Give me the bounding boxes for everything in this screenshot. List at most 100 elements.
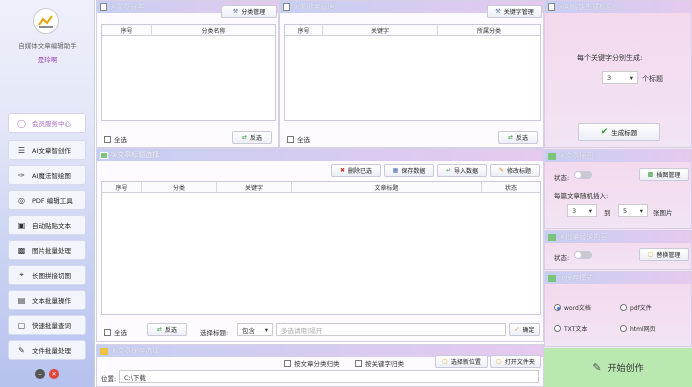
keyword-invert-button[interactable]: ⇄ 反选 bbox=[498, 131, 538, 144]
category-table[interactable]: 序号 分类名称 bbox=[101, 24, 276, 121]
nav-ai-drawing[interactable]: ✑ AI魔法智绘图 bbox=[8, 165, 86, 185]
illustration-panel: ⑤文章插图 状态: ▩ 插图管理 每篇文章随机插入: 3 ▾ 到 5 ▾ 张图片 bbox=[544, 149, 692, 229]
title-invert-button[interactable]: ⇄ 反选 bbox=[147, 323, 187, 336]
nav-label: AI文章智创作 bbox=[32, 147, 71, 155]
illustration-title: ⑤文章插图 bbox=[559, 152, 594, 160]
classify-by-category[interactable]: 按文章分类归类 bbox=[284, 358, 340, 368]
format-word[interactable]: word文档 bbox=[554, 303, 591, 312]
radio-button[interactable] bbox=[620, 304, 627, 311]
start-create-button[interactable]: ✎ 开始创作 bbox=[544, 348, 692, 387]
title-unit-label: 个标题 bbox=[642, 75, 663, 83]
nav-label: 文件批量处理 bbox=[32, 347, 71, 355]
generate-title-button[interactable]: ✔ 生成标题 bbox=[578, 123, 660, 141]
import-data-button[interactable]: ↵ 导入数据 bbox=[437, 164, 487, 177]
open-folder-button[interactable]: ▢ 打开文件夹 bbox=[490, 355, 541, 368]
chevron-down-icon: ▾ bbox=[264, 325, 268, 334]
delete-selected-button[interactable]: ✖ 删除已选 bbox=[331, 164, 381, 177]
format-html[interactable]: html网页 bbox=[620, 324, 656, 333]
nav-ai-writing[interactable]: ☰ AI文章智创作 bbox=[8, 140, 86, 160]
crop-icon: ⌖ bbox=[19, 270, 24, 279]
app-logo bbox=[33, 8, 59, 34]
nav-long-image[interactable]: ⌖ 长图拼接切图 bbox=[8, 265, 86, 285]
member-center-button[interactable]: ◯ 会员服务中心 bbox=[8, 113, 86, 133]
nav-auto-paste[interactable]: ▣ 自动贴贴文本 bbox=[8, 215, 86, 235]
keyword-manage-button[interactable]: ⚒ 关键字管理 bbox=[487, 5, 542, 18]
save-icon: ▦ bbox=[392, 167, 399, 174]
nav-label: AI魔法智绘图 bbox=[32, 172, 71, 180]
illustration-header: ⑤文章插图 bbox=[545, 150, 691, 162]
replace-panel: ⑥批量替换内容 状态: ▢ 替换管理 bbox=[544, 230, 692, 270]
minimize-icon[interactable]: – bbox=[35, 369, 45, 379]
column-header: 关键字 bbox=[217, 182, 292, 192]
nav-label: PDF 编辑工具 bbox=[32, 197, 73, 205]
modify-title-button[interactable]: ✎ 修改标题 bbox=[490, 164, 540, 177]
checkbox[interactable] bbox=[287, 135, 294, 143]
save-data-button[interactable]: ▦ 保存数据 bbox=[384, 164, 434, 177]
keyword-table[interactable]: 序号 关键字 所属分类 bbox=[284, 24, 541, 121]
per-keyword-label: 每个关键字分别生成: bbox=[577, 54, 643, 62]
radio-label: html网页 bbox=[630, 326, 656, 333]
nav-image-batch[interactable]: ▩ 图片批量处理 bbox=[8, 240, 86, 260]
nav-pdf-tools[interactable]: ◎ PDF 编辑工具 bbox=[8, 190, 86, 210]
choose-location-button[interactable]: ▢ 选择新位置 bbox=[435, 355, 488, 368]
location-label: 位置: bbox=[101, 375, 117, 383]
nav-text-batch[interactable]: ▤ 文本批量操作 bbox=[8, 290, 86, 310]
invert-icon: ⇄ bbox=[156, 326, 162, 333]
replace-manage-button[interactable]: ▢ 替换管理 bbox=[639, 248, 689, 261]
keyword-select-all[interactable]: 全选 bbox=[287, 134, 310, 144]
close-icon[interactable]: × bbox=[49, 369, 59, 379]
user-icon: ◯ bbox=[17, 118, 26, 128]
nav-label: 快速批量查词 bbox=[32, 322, 71, 330]
title-table[interactable]: 序号 分类 关键字 文章标题 状态 bbox=[101, 181, 541, 315]
truck-icon: ▢ bbox=[17, 320, 26, 330]
title-filter-label: 选择标题: bbox=[200, 329, 229, 337]
illustration-manage-button[interactable]: ▩ 插图管理 bbox=[639, 168, 689, 181]
title-select-all[interactable]: 全选 bbox=[104, 327, 127, 337]
filter-input[interactable]: 多选请用|隔开 bbox=[276, 323, 506, 336]
nav-file-batch[interactable]: ✎ 文件批量处理 bbox=[8, 340, 86, 360]
classify-by-keyword[interactable]: 按关键字归类 bbox=[355, 358, 404, 368]
column-header: 分类名称 bbox=[201, 27, 226, 35]
radio-button[interactable] bbox=[620, 325, 627, 332]
format-txt[interactable]: TXT文本 bbox=[554, 324, 587, 333]
nav-batch-search[interactable]: ▢ 快速批量查词 bbox=[8, 315, 86, 335]
button-label: 修改标题 bbox=[507, 168, 532, 175]
radio-button[interactable] bbox=[554, 304, 561, 311]
illustration-toggle[interactable] bbox=[574, 171, 592, 179]
user-name[interactable]: 是玲啊 bbox=[0, 54, 95, 64]
category-select-all[interactable]: 全选 bbox=[104, 134, 127, 144]
button-label: 删除已选 bbox=[348, 168, 373, 175]
checkbox[interactable] bbox=[284, 359, 291, 367]
nav-label: 长图拼接切图 bbox=[32, 272, 71, 280]
checkbox-label: 全选 bbox=[297, 136, 310, 144]
checkbox[interactable] bbox=[104, 328, 111, 336]
filter-mode-select[interactable]: 包含 ▾ bbox=[237, 323, 273, 336]
column-header: 序号 bbox=[285, 25, 323, 35]
category-invert-button[interactable]: ⇄ 反选 bbox=[232, 131, 272, 144]
save-location-title: ⑧文章保存选择 bbox=[111, 347, 160, 355]
checkbox[interactable] bbox=[355, 359, 362, 367]
category-manage-button[interactable]: ⚒ 分类管理 bbox=[221, 5, 277, 18]
select-value: 3 bbox=[572, 206, 577, 215]
column-header: 文章标题 bbox=[292, 182, 482, 192]
confirm-button[interactable]: ✓ 确定 bbox=[509, 323, 540, 336]
button-label: 打开文件夹 bbox=[504, 359, 535, 366]
radio-button[interactable] bbox=[554, 325, 561, 332]
location-field[interactable]: C:\下载 bbox=[119, 370, 539, 383]
max-images-select[interactable]: 5 ▾ bbox=[618, 204, 648, 217]
replace-toggle[interactable] bbox=[574, 251, 592, 259]
min-images-select[interactable]: 3 ▾ bbox=[567, 204, 597, 217]
title-count-select[interactable]: 3 ▾ bbox=[602, 71, 638, 84]
ai-title-panel: ③AI智能生成标题 每个关键字分别生成: 3 ▾ 个标题 ✔ 生成标题 bbox=[544, 0, 692, 148]
radio-label: pdf文件 bbox=[630, 305, 652, 312]
button-label: 替换管理 bbox=[656, 252, 681, 259]
image-icon: ▩ bbox=[647, 171, 654, 178]
checkbox-label: 按关键字归类 bbox=[365, 360, 404, 368]
checkbox[interactable] bbox=[104, 135, 111, 143]
keyword-panel: ②关键字管理 ⚒ 关键字管理 序号 关键字 所属分类 全选 ⇄ 反选 bbox=[279, 0, 544, 148]
radio-label: word文档 bbox=[564, 305, 591, 312]
folder-icon bbox=[100, 347, 108, 355]
ai-title-title: ③AI智能生成标题 bbox=[558, 3, 614, 11]
title-select-panel: ④文章标题选择 ✖ 删除已选 ▦ 保存数据 ↵ 导入数据 ✎ 修改标题 序号 分类 关键… bbox=[96, 148, 544, 342]
format-pdf[interactable]: pdf文件 bbox=[620, 303, 652, 312]
